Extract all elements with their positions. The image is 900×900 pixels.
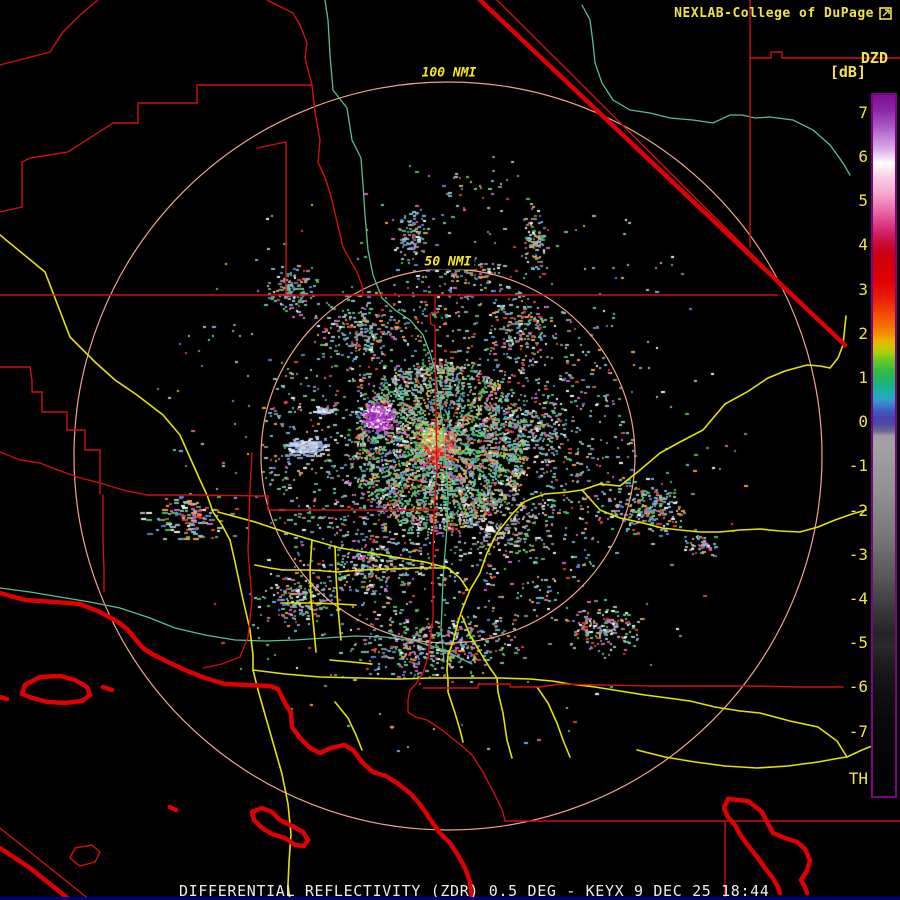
state-coast-border — [100, 684, 115, 693]
county-border — [311, 84, 364, 296]
state-coast-border — [249, 805, 311, 849]
county-border — [407, 294, 506, 822]
highway-line — [461, 615, 513, 759]
highway-line — [329, 659, 373, 665]
highway-line — [309, 539, 317, 653]
colorbar-tick-label: 6 — [858, 147, 868, 167]
colorbar-tick-label: -7 — [848, 721, 868, 741]
county-border — [69, 844, 101, 867]
state-coast-border — [725, 796, 813, 896]
county-border — [0, 451, 438, 511]
colorbar-tick-label: -4 — [848, 589, 868, 609]
colorbar-gradient — [871, 93, 897, 798]
state-coast-border — [167, 804, 179, 813]
radar-display: NEXLAB-College of DuPage DZD [dB] 765432… — [0, 0, 900, 900]
state-coast-border — [477, 0, 848, 348]
brand-logo-icon — [879, 7, 892, 20]
colorbar-tick-label: -5 — [848, 633, 868, 653]
state-coast-border — [721, 796, 783, 896]
county-border — [102, 494, 105, 593]
state-coast-border — [19, 673, 93, 706]
county-border — [0, 366, 101, 495]
river-line — [0, 587, 473, 665]
highway-line — [0, 234, 292, 900]
range-ring-label-50nmi: 50 NMI — [421, 254, 475, 270]
colorbar-tick-label: 5 — [858, 191, 868, 211]
range-ring-label-100nmi: 100 NMI — [418, 65, 480, 81]
colorbar-tick-label: -3 — [848, 544, 868, 564]
colorbar-tick-label: -1 — [848, 456, 868, 476]
brand-label: NEXLAB-College of DuPage — [674, 6, 874, 21]
colorbar-tick-label: 0 — [858, 412, 868, 432]
county-border — [266, 0, 313, 86]
colorbar-tick-label: -2 — [848, 500, 868, 520]
colorbar-threshold-label: TH — [848, 769, 868, 788]
colorbar-tick-label: 4 — [858, 235, 868, 255]
highway-line — [217, 511, 469, 591]
colorbar-tick-label: 3 — [858, 279, 868, 299]
colorbar-tick-label: 7 — [858, 102, 868, 122]
highway-line — [334, 545, 342, 641]
range-ring — [73, 81, 823, 831]
highway-line — [254, 564, 284, 571]
map-overlay-svg — [0, 0, 900, 900]
colorbar-tick-label: 1 — [858, 368, 868, 388]
colorbar-tick-label: -6 — [848, 677, 868, 697]
colorbar-units-label: [dB] — [829, 63, 866, 81]
highway-line — [536, 686, 571, 758]
highway-line — [282, 567, 449, 573]
range-ring — [260, 268, 636, 644]
highway-line — [282, 602, 357, 606]
river-line — [581, 4, 851, 176]
county-border — [0, 84, 313, 213]
county-border — [256, 141, 287, 296]
state-coast-border — [0, 694, 10, 702]
colorbar-tick-label: 2 — [858, 323, 868, 343]
brand: NEXLAB-College of DuPage — [674, 6, 892, 21]
highway-line — [334, 701, 363, 751]
county-border — [422, 683, 844, 689]
county-border — [0, 0, 99, 66]
